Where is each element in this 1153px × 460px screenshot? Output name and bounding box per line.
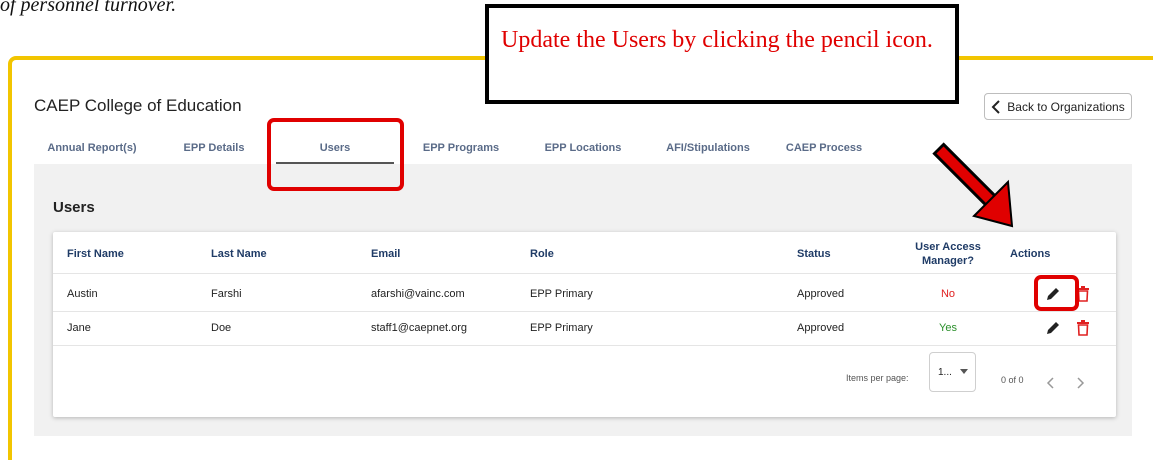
items-per-page-value: 1... xyxy=(938,367,952,378)
chevron-left-icon[interactable] xyxy=(1046,377,1056,389)
trash-icon[interactable] xyxy=(1076,320,1090,336)
cell-last-name: Farshi xyxy=(211,288,242,300)
cell-email: staff1@caepnet.org xyxy=(371,322,467,334)
row-divider xyxy=(53,311,1116,312)
cell-role: EPP Primary xyxy=(530,322,593,334)
document-caption: of personnel turnover. xyxy=(0,0,177,16)
chevron-left-icon xyxy=(991,99,1001,114)
back-button-label: Back to Organizations xyxy=(1007,99,1125,114)
col-header-status[interactable]: Status xyxy=(797,248,831,260)
org-title: CAEP College of Education xyxy=(34,96,242,115)
items-per-page-label: Items per page: xyxy=(846,373,909,383)
tab-afi-stipulations[interactable]: AFI/Stipulations xyxy=(646,130,770,164)
cell-first-name: Austin xyxy=(67,288,98,300)
section-title: Users xyxy=(53,199,95,216)
tab-epp-details[interactable]: EPP Details xyxy=(164,130,264,164)
instruction-callout: Update the Users by clicking the pencil … xyxy=(485,4,959,104)
cell-status: Approved xyxy=(797,322,845,334)
cell-role: EPP Primary xyxy=(530,288,593,300)
users-tab-highlight xyxy=(267,118,404,191)
tab-epp-programs[interactable]: EPP Programs xyxy=(402,130,520,164)
tab-caep-process[interactable]: CAEP Process xyxy=(772,130,876,164)
cell-status: Approved xyxy=(797,288,845,300)
col-header-last-name[interactable]: Last Name xyxy=(211,248,267,260)
row-divider xyxy=(53,345,1116,346)
col-header-actions: Actions xyxy=(1010,248,1051,260)
header-divider xyxy=(53,273,1116,274)
items-per-page-select[interactable]: 1... xyxy=(929,352,976,392)
col-header-first-name[interactable]: First Name xyxy=(67,248,124,260)
col-header-role[interactable]: Role xyxy=(530,248,554,260)
tab-annual-reports[interactable]: Annual Report(s) xyxy=(34,130,150,164)
cell-first-name: Jane xyxy=(67,322,91,334)
cell-user-access-manager: Yes xyxy=(939,322,957,334)
page-range-label: 0 of 0 xyxy=(1001,375,1024,385)
chevron-right-icon[interactable] xyxy=(1075,377,1085,389)
pencil-icon-highlight xyxy=(1034,275,1079,311)
back-to-organizations-button[interactable]: Back to Organizations xyxy=(984,93,1132,120)
cell-last-name: Doe xyxy=(211,322,232,334)
arrow-icon xyxy=(932,142,1014,228)
col-header-user-access-manager[interactable]: User Access Manager? xyxy=(908,240,988,268)
pencil-icon[interactable] xyxy=(1045,320,1061,336)
caret-down-icon xyxy=(960,369,968,374)
cell-user-access-manager: No xyxy=(940,288,956,300)
cell-email: afarshi@vainc.com xyxy=(371,288,465,300)
tab-epp-locations[interactable]: EPP Locations xyxy=(524,130,642,164)
col-header-email[interactable]: Email xyxy=(371,248,400,260)
